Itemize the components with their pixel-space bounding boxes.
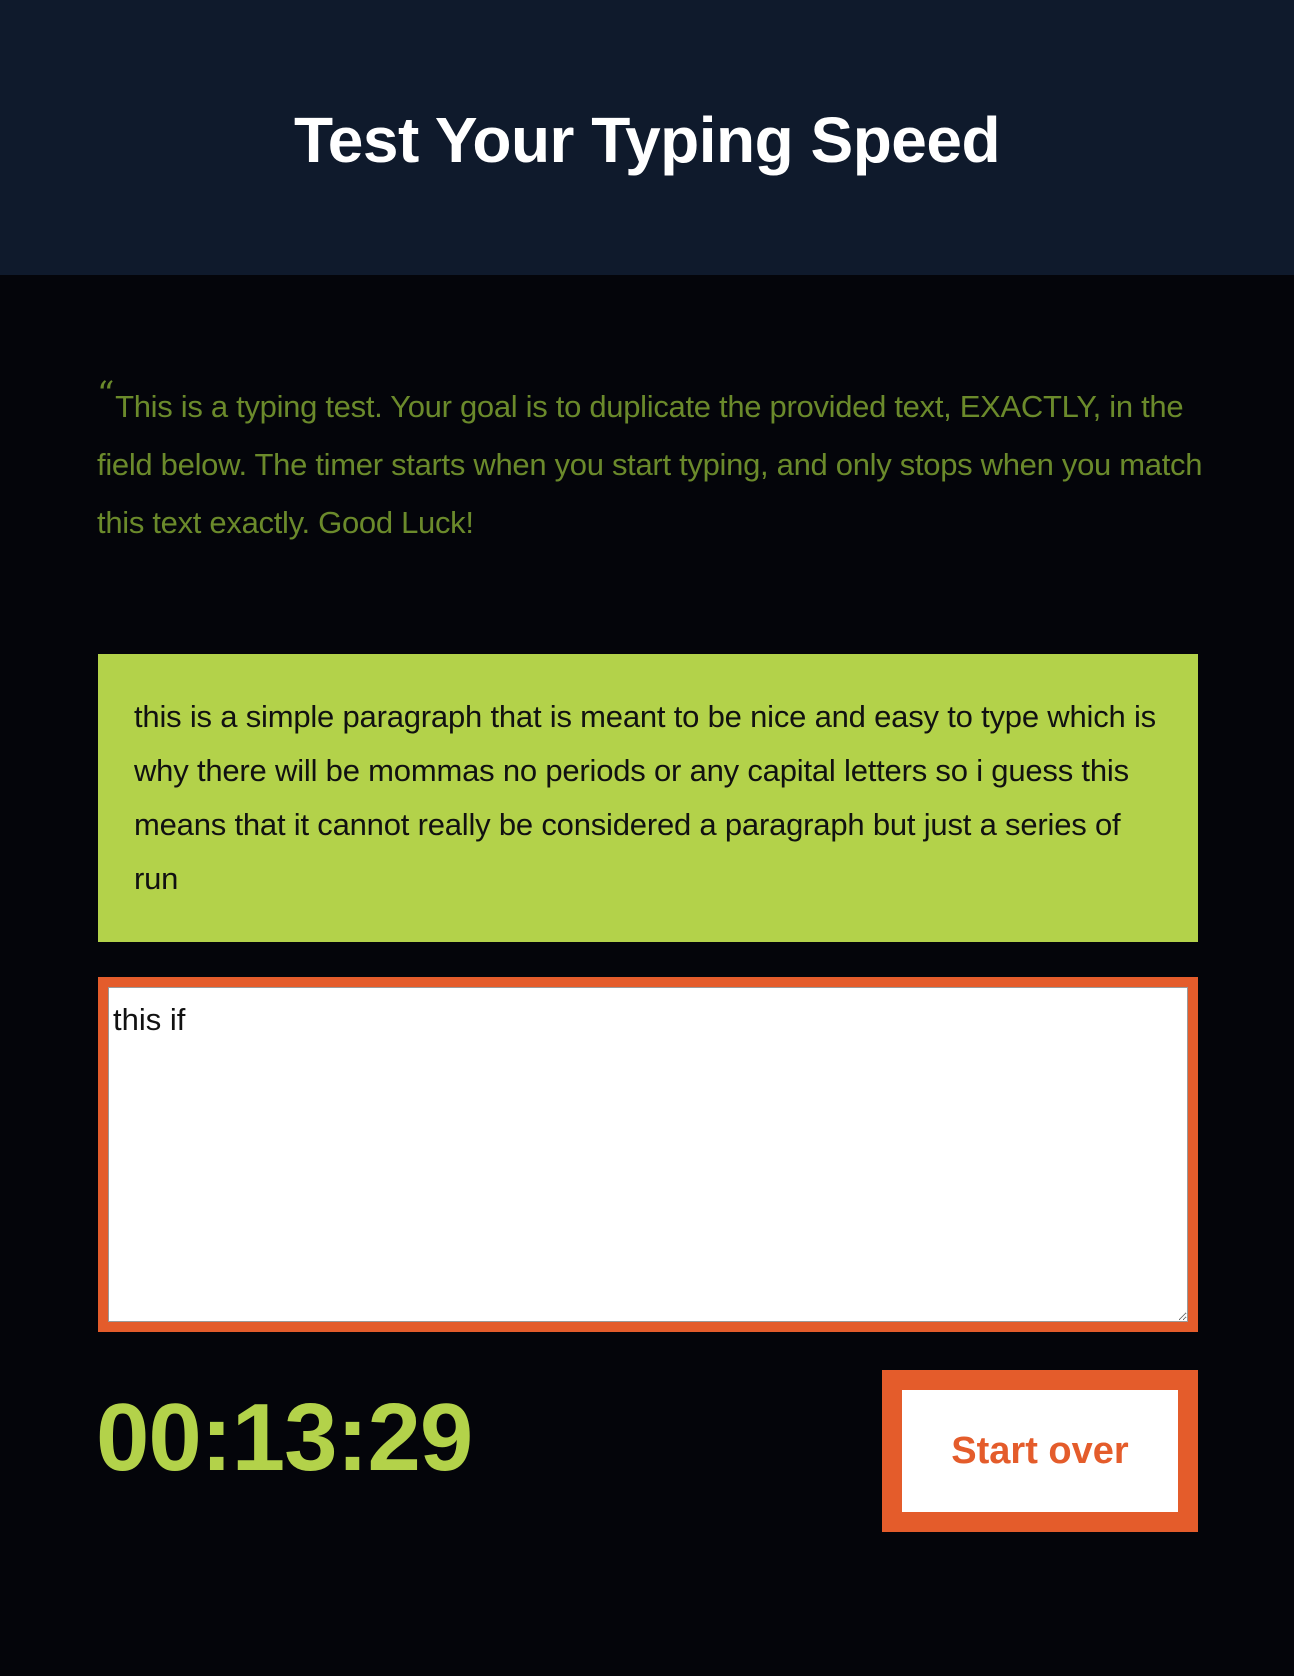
origin-text: this is a simple paragraph that is meant… — [134, 699, 1156, 896]
intro-text: This is a typing test. Your goal is to d… — [97, 389, 1203, 540]
test-area-wrapper: this if — [98, 977, 1198, 1332]
start-over-button[interactable]: Start over — [882, 1370, 1198, 1532]
timer-display: 00:13:29 — [96, 1384, 473, 1491]
page-title: Test Your Typing Speed — [293, 103, 1001, 176]
main-content: “This is a typing test. Your goal is to … — [0, 275, 1294, 1676]
test-area-input[interactable]: this if — [108, 987, 1188, 1322]
masthead: Test Your Typing Speed — [0, 0, 1294, 275]
intro-blurb: “This is a typing test. Your goal is to … — [97, 365, 1207, 552]
quote-mark-icon: “ — [97, 374, 115, 414]
origin-text-box: this is a simple paragraph that is meant… — [98, 654, 1198, 942]
